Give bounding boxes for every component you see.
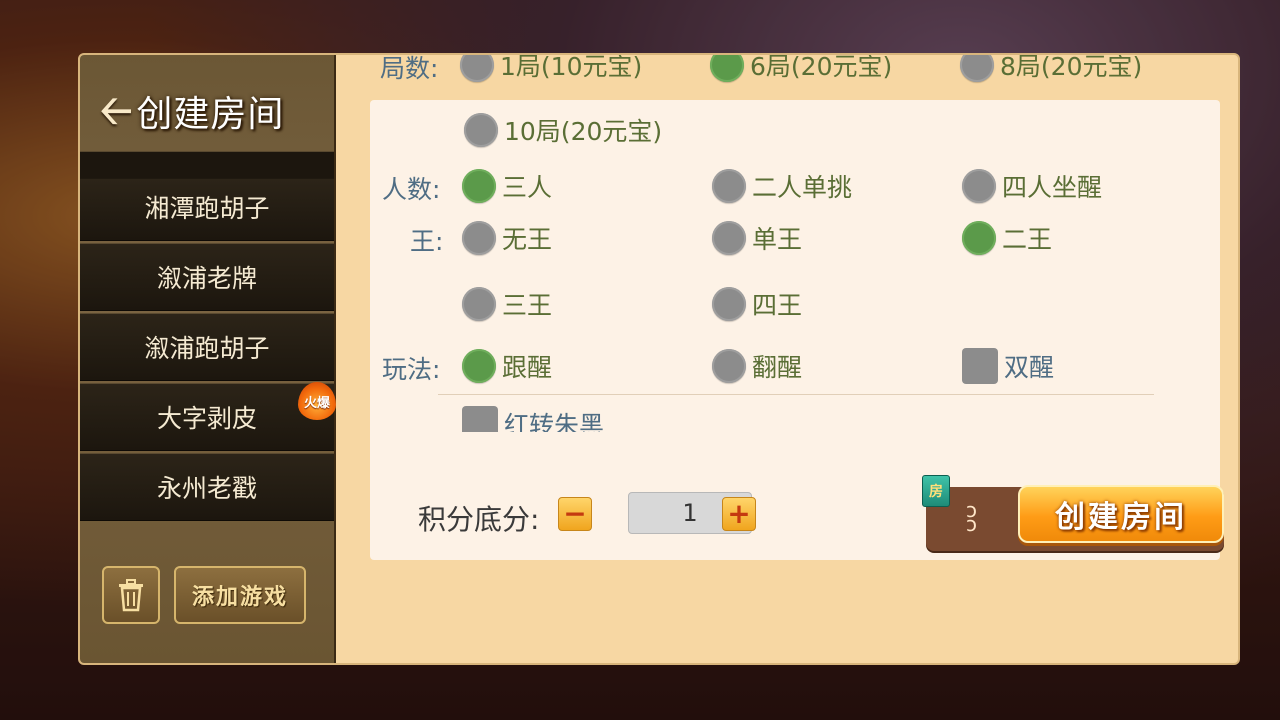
game-item-4[interactable]: 大字剥皮 火爆 xyxy=(80,382,336,451)
divider xyxy=(438,394,1154,395)
radio-off-icon xyxy=(462,221,496,255)
game-list: 湘潭跑胡子 溆浦老牌 溆浦跑胡子 大字剥皮 火爆 永州老戳 xyxy=(80,151,336,523)
delete-game-button[interactable] xyxy=(102,566,160,624)
kings-option-label: 单王 xyxy=(752,225,803,254)
score-decrease-button[interactable]: − xyxy=(558,497,592,531)
game-item-label: 溆浦跑胡子 xyxy=(144,334,270,363)
kings-option-four[interactable]: 四王 xyxy=(712,286,802,322)
room-settings: 局数: 1局(10元宝) 6局(20元宝) 8局(20元宝) 10局(20元宝)… xyxy=(336,55,1238,663)
kings-option-three[interactable]: 三王 xyxy=(462,286,552,322)
game-item-1[interactable]: 湘潭跑胡子 xyxy=(80,151,334,241)
play-mode-option-follow[interactable]: 跟醒 xyxy=(462,348,552,384)
radio-off-icon xyxy=(712,287,746,321)
scroll-clip: 红转朱黑 xyxy=(370,400,1220,432)
kings-option-label: 二王 xyxy=(1002,225,1053,254)
round-option-8[interactable]: 8局(20元宝) xyxy=(960,53,1143,83)
room-card-icon: 房 xyxy=(922,475,950,507)
dialog-title: 创建房间 xyxy=(136,94,285,135)
radio-on-icon xyxy=(710,55,744,82)
players-option-2[interactable]: 二人单挑 xyxy=(712,168,852,204)
radio-off-icon xyxy=(462,287,496,321)
radio-off-icon xyxy=(712,349,746,383)
kings-option-label: 四王 xyxy=(752,291,803,320)
play-mode-option-flip[interactable]: 翻醒 xyxy=(712,348,802,384)
players-option-label: 二人单挑 xyxy=(752,173,853,202)
round-option-6[interactable]: 6局(20元宝) xyxy=(710,53,893,83)
round-option-10[interactable]: 10局(20元宝) xyxy=(464,112,662,148)
play-mode-option-label: 跟醒 xyxy=(502,353,553,382)
kings-option-two[interactable]: 二王 xyxy=(962,220,1052,256)
base-score-label: 积分底分: xyxy=(418,503,540,536)
create-room-bar: 房 ɔɔ 创建房间 xyxy=(922,475,1224,551)
create-room-button[interactable]: 创建房间 xyxy=(1018,485,1224,543)
radio-on-icon xyxy=(462,169,496,203)
kings-option-single[interactable]: 单王 xyxy=(712,220,802,256)
checkbox-icon xyxy=(462,406,498,432)
radio-on-icon xyxy=(962,221,996,255)
create-room-dialog: 🡠 创建房间 湘潭跑胡子 溆浦老牌 溆浦跑胡子 大字剥皮 火爆 永州老戳 添加游… xyxy=(78,53,1240,665)
radio-off-icon xyxy=(712,221,746,255)
kings-label: 王: xyxy=(410,227,444,256)
hot-badge-icon: 火爆 xyxy=(298,382,336,420)
game-sidebar: 🡠 创建房间 湘潭跑胡子 溆浦老牌 溆浦跑胡子 大字剥皮 火爆 永州老戳 添加游… xyxy=(80,55,336,663)
checkbox-label: 双醒 xyxy=(1004,353,1055,382)
play-mode-option-label: 翻醒 xyxy=(752,353,803,382)
radio-off-icon xyxy=(460,55,494,82)
players-option-3[interactable]: 三人 xyxy=(462,168,552,204)
game-item-2[interactable]: 溆浦老牌 xyxy=(80,243,334,311)
players-option-label: 三人 xyxy=(502,173,553,202)
game-item-5[interactable]: 永州老戳 xyxy=(80,453,334,521)
radio-off-icon xyxy=(712,169,746,203)
radio-off-icon xyxy=(962,169,996,203)
room-card-count: ɔɔ xyxy=(966,498,977,536)
game-item-3[interactable]: 溆浦跑胡子 xyxy=(80,313,334,381)
score-increase-button[interactable]: + xyxy=(722,497,756,531)
rounds-label: 局数: xyxy=(380,54,439,83)
game-item-label: 永州老戳 xyxy=(156,474,257,503)
game-item-label: 溆浦老牌 xyxy=(156,264,257,293)
game-item-label: 湘潭跑胡子 xyxy=(144,194,270,223)
radio-off-icon xyxy=(464,113,498,147)
kings-option-label: 三王 xyxy=(502,291,553,320)
back-button[interactable]: 🡠 创建房间 xyxy=(100,83,284,139)
round-option-1[interactable]: 1局(10元宝) xyxy=(460,53,643,83)
radio-off-icon xyxy=(960,55,994,82)
play-mode-label: 玩法: xyxy=(382,355,441,384)
back-arrow-icon: 🡠 xyxy=(100,88,133,134)
red-to-black-checkbox[interactable]: 红转朱黑 xyxy=(462,406,604,432)
double-wake-checkbox[interactable]: 双醒 xyxy=(962,348,1054,384)
game-item-label: 大字剥皮 xyxy=(156,404,257,433)
trash-icon xyxy=(119,579,143,612)
players-option-label: 四人坐醒 xyxy=(1002,173,1103,202)
round-option-label: 10局(20元宝) xyxy=(504,117,663,146)
round-option-label: 8局(20元宝) xyxy=(1000,53,1143,81)
checkbox-icon xyxy=(962,348,998,384)
checkbox-label: 红转朱黑 xyxy=(504,411,605,432)
radio-on-icon xyxy=(462,349,496,383)
players-label: 人数: xyxy=(382,175,441,204)
players-option-4[interactable]: 四人坐醒 xyxy=(962,168,1102,204)
round-option-label: 1局(10元宝) xyxy=(500,53,643,81)
round-option-label: 6局(20元宝) xyxy=(750,53,893,81)
add-game-button[interactable]: 添加游戏 xyxy=(174,566,306,624)
kings-option-label: 无王 xyxy=(502,225,553,254)
kings-option-none[interactable]: 无王 xyxy=(462,220,552,256)
